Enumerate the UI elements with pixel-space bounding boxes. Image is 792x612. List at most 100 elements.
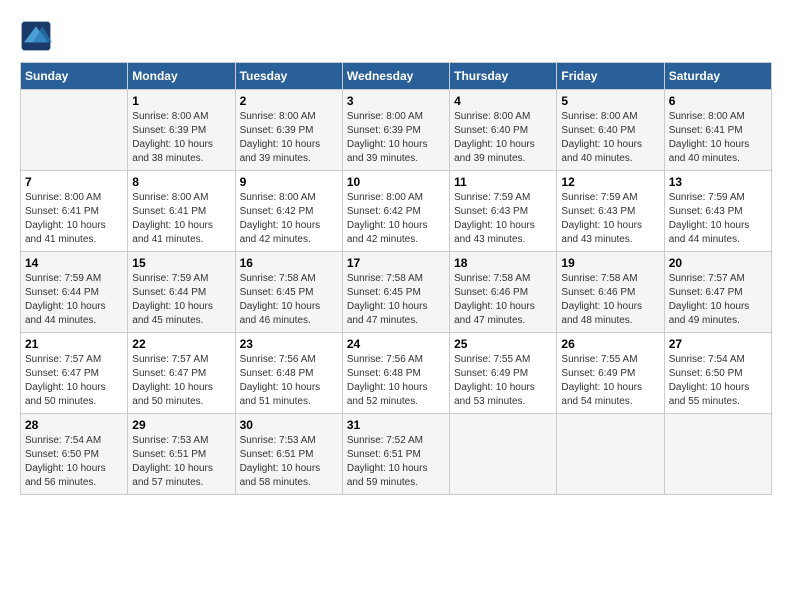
- day-info: Sunrise: 8:00 AM Sunset: 6:39 PM Dayligh…: [240, 110, 338, 166]
- day-info: Sunrise: 7:53 AM Sunset: 6:51 PM Dayligh…: [240, 434, 338, 490]
- calendar-cell: 8 Sunrise: 8:00 AM Sunset: 6:41 PM Daylig…: [128, 171, 235, 252]
- day-info: Sunrise: 7:54 AM Sunset: 6:50 PM Dayligh…: [669, 353, 767, 409]
- calendar-week-3: 14 Sunrise: 7:59 AM Sunset: 6:44 PM Dayli…: [21, 252, 772, 333]
- calendar-cell: [21, 90, 128, 171]
- calendar-cell: 18 Sunrise: 7:58 AM Sunset: 6:46 PM Dayli…: [450, 252, 557, 333]
- calendar-cell: [664, 414, 771, 495]
- calendar-cell: 1 Sunrise: 8:00 AM Sunset: 6:39 PM Daylig…: [128, 90, 235, 171]
- day-info: Sunrise: 8:00 AM Sunset: 6:39 PM Dayligh…: [132, 110, 230, 166]
- calendar-cell: 26 Sunrise: 7:55 AM Sunset: 6:49 PM Dayli…: [557, 333, 664, 414]
- day-info: Sunrise: 7:58 AM Sunset: 6:45 PM Dayligh…: [347, 272, 445, 328]
- day-number: 17: [347, 256, 445, 270]
- day-info: Sunrise: 7:55 AM Sunset: 6:49 PM Dayligh…: [454, 353, 552, 409]
- day-header-thursday: Thursday: [450, 63, 557, 90]
- day-header-tuesday: Tuesday: [235, 63, 342, 90]
- day-info: Sunrise: 7:54 AM Sunset: 6:50 PM Dayligh…: [25, 434, 123, 490]
- day-header-sunday: Sunday: [21, 63, 128, 90]
- calendar-cell: 15Sunrise: 7:59 AM Sunset: 6:44 PM Dayli…: [128, 252, 235, 333]
- calendar-cell: 7 Sunrise: 8:00 AM Sunset: 6:41 PM Daylig…: [21, 171, 128, 252]
- day-header-saturday: Saturday: [664, 63, 771, 90]
- calendar-cell: 25 Sunrise: 7:55 AM Sunset: 6:49 PM Dayli…: [450, 333, 557, 414]
- day-number: 8: [132, 175, 230, 189]
- calendar-cell: 24 Sunrise: 7:56 AM Sunset: 6:48 PM Dayli…: [342, 333, 449, 414]
- calendar-week-2: 7 Sunrise: 8:00 AM Sunset: 6:41 PM Daylig…: [21, 171, 772, 252]
- day-info: Sunrise: 7:59 AM Sunset: 6:43 PM Dayligh…: [561, 191, 659, 247]
- calendar-cell: 5 Sunrise: 8:00 AM Sunset: 6:40 PM Daylig…: [557, 90, 664, 171]
- calendar-cell: 17 Sunrise: 7:58 AM Sunset: 6:45 PM Dayli…: [342, 252, 449, 333]
- calendar-cell: 31Sunrise: 7:52 AM Sunset: 6:51 PM Dayli…: [342, 414, 449, 495]
- calendar-cell: 2 Sunrise: 8:00 AM Sunset: 6:39 PM Daylig…: [235, 90, 342, 171]
- calendar-cell: 11 Sunrise: 7:59 AM Sunset: 6:43 PM Dayli…: [450, 171, 557, 252]
- calendar-week-5: 28 Sunrise: 7:54 AM Sunset: 6:50 PM Dayli…: [21, 414, 772, 495]
- day-info: Sunrise: 7:55 AM Sunset: 6:49 PM Dayligh…: [561, 353, 659, 409]
- day-info: Sunrise: 7:59 AM Sunset: 6:44 PM Dayligh…: [25, 272, 123, 328]
- day-number: 30: [240, 418, 338, 432]
- day-number: 1: [132, 94, 230, 108]
- day-info: Sunrise: 7:56 AM Sunset: 6:48 PM Dayligh…: [240, 353, 338, 409]
- day-info: Sunrise: 8:00 AM Sunset: 6:42 PM Dayligh…: [240, 191, 338, 247]
- day-info: Sunrise: 8:00 AM Sunset: 6:41 PM Dayligh…: [132, 191, 230, 247]
- day-info: Sunrise: 7:57 AM Sunset: 6:47 PM Dayligh…: [669, 272, 767, 328]
- day-number: 23: [240, 337, 338, 351]
- day-info: Sunrise: 7:56 AM Sunset: 6:48 PM Dayligh…: [347, 353, 445, 409]
- calendar-cell: 29 Sunrise: 7:53 AM Sunset: 6:51 PM Dayli…: [128, 414, 235, 495]
- calendar-table: SundayMondayTuesdayWednesdayThursdayFrid…: [20, 62, 772, 495]
- calendar-cell: 23 Sunrise: 7:56 AM Sunset: 6:48 PM Dayli…: [235, 333, 342, 414]
- day-info: Sunrise: 7:58 AM Sunset: 6:45 PM Dayligh…: [240, 272, 338, 328]
- calendar-cell: 27 Sunrise: 7:54 AM Sunset: 6:50 PM Dayli…: [664, 333, 771, 414]
- day-number: 14: [25, 256, 123, 270]
- calendar-cell: 12 Sunrise: 7:59 AM Sunset: 6:43 PM Dayli…: [557, 171, 664, 252]
- calendar-cell: 6Sunrise: 8:00 AM Sunset: 6:41 PM Daylig…: [664, 90, 771, 171]
- day-number: 27: [669, 337, 767, 351]
- calendar-cell: 30 Sunrise: 7:53 AM Sunset: 6:51 PM Dayli…: [235, 414, 342, 495]
- day-number: 7: [25, 175, 123, 189]
- day-info: Sunrise: 7:58 AM Sunset: 6:46 PM Dayligh…: [561, 272, 659, 328]
- day-info: Sunrise: 8:00 AM Sunset: 6:41 PM Dayligh…: [669, 110, 767, 166]
- day-number: 18: [454, 256, 552, 270]
- calendar-cell: 16 Sunrise: 7:58 AM Sunset: 6:45 PM Dayli…: [235, 252, 342, 333]
- day-info: Sunrise: 7:53 AM Sunset: 6:51 PM Dayligh…: [132, 434, 230, 490]
- calendar-cell: 21Sunrise: 7:57 AM Sunset: 6:47 PM Dayli…: [21, 333, 128, 414]
- calendar-body: 1 Sunrise: 8:00 AM Sunset: 6:39 PM Daylig…: [21, 90, 772, 495]
- day-number: 28: [25, 418, 123, 432]
- day-info: Sunrise: 8:00 AM Sunset: 6:40 PM Dayligh…: [454, 110, 552, 166]
- day-header-wednesday: Wednesday: [342, 63, 449, 90]
- day-number: 29: [132, 418, 230, 432]
- day-number: 24: [347, 337, 445, 351]
- day-info: Sunrise: 7:58 AM Sunset: 6:46 PM Dayligh…: [454, 272, 552, 328]
- day-number: 16: [240, 256, 338, 270]
- day-number: 19: [561, 256, 659, 270]
- calendar-week-4: 21Sunrise: 7:57 AM Sunset: 6:47 PM Dayli…: [21, 333, 772, 414]
- day-number: 10: [347, 175, 445, 189]
- day-info: Sunrise: 7:59 AM Sunset: 6:43 PM Dayligh…: [454, 191, 552, 247]
- page-header: [20, 20, 772, 52]
- day-info: Sunrise: 8:00 AM Sunset: 6:40 PM Dayligh…: [561, 110, 659, 166]
- day-info: Sunrise: 8:00 AM Sunset: 6:39 PM Dayligh…: [347, 110, 445, 166]
- logo-icon: [20, 20, 52, 52]
- day-info: Sunrise: 7:59 AM Sunset: 6:44 PM Dayligh…: [132, 272, 230, 328]
- calendar-cell: 13 Sunrise: 7:59 AM Sunset: 6:43 PM Dayli…: [664, 171, 771, 252]
- calendar-week-1: 1 Sunrise: 8:00 AM Sunset: 6:39 PM Daylig…: [21, 90, 772, 171]
- calendar-cell: 20 Sunrise: 7:57 AM Sunset: 6:47 PM Dayli…: [664, 252, 771, 333]
- day-number: 13: [669, 175, 767, 189]
- day-number: 4: [454, 94, 552, 108]
- calendar-cell: 9Sunrise: 8:00 AM Sunset: 6:42 PM Daylig…: [235, 171, 342, 252]
- day-number: 5: [561, 94, 659, 108]
- day-number: 12: [561, 175, 659, 189]
- calendar-cell: 19 Sunrise: 7:58 AM Sunset: 6:46 PM Dayli…: [557, 252, 664, 333]
- day-number: 2: [240, 94, 338, 108]
- day-info: Sunrise: 8:00 AM Sunset: 6:41 PM Dayligh…: [25, 191, 123, 247]
- logo: [20, 20, 56, 52]
- day-number: 25: [454, 337, 552, 351]
- day-header-friday: Friday: [557, 63, 664, 90]
- calendar-cell: 4 Sunrise: 8:00 AM Sunset: 6:40 PM Daylig…: [450, 90, 557, 171]
- calendar-cell: 14 Sunrise: 7:59 AM Sunset: 6:44 PM Dayli…: [21, 252, 128, 333]
- day-number: 20: [669, 256, 767, 270]
- day-info: Sunrise: 7:52 AM Sunset: 6:51 PM Dayligh…: [347, 434, 445, 490]
- day-number: 3: [347, 94, 445, 108]
- calendar-cell: 22Sunrise: 7:57 AM Sunset: 6:47 PM Dayli…: [128, 333, 235, 414]
- day-info: Sunrise: 7:59 AM Sunset: 6:43 PM Dayligh…: [669, 191, 767, 247]
- day-number: 11: [454, 175, 552, 189]
- day-number: 21: [25, 337, 123, 351]
- day-number: 26: [561, 337, 659, 351]
